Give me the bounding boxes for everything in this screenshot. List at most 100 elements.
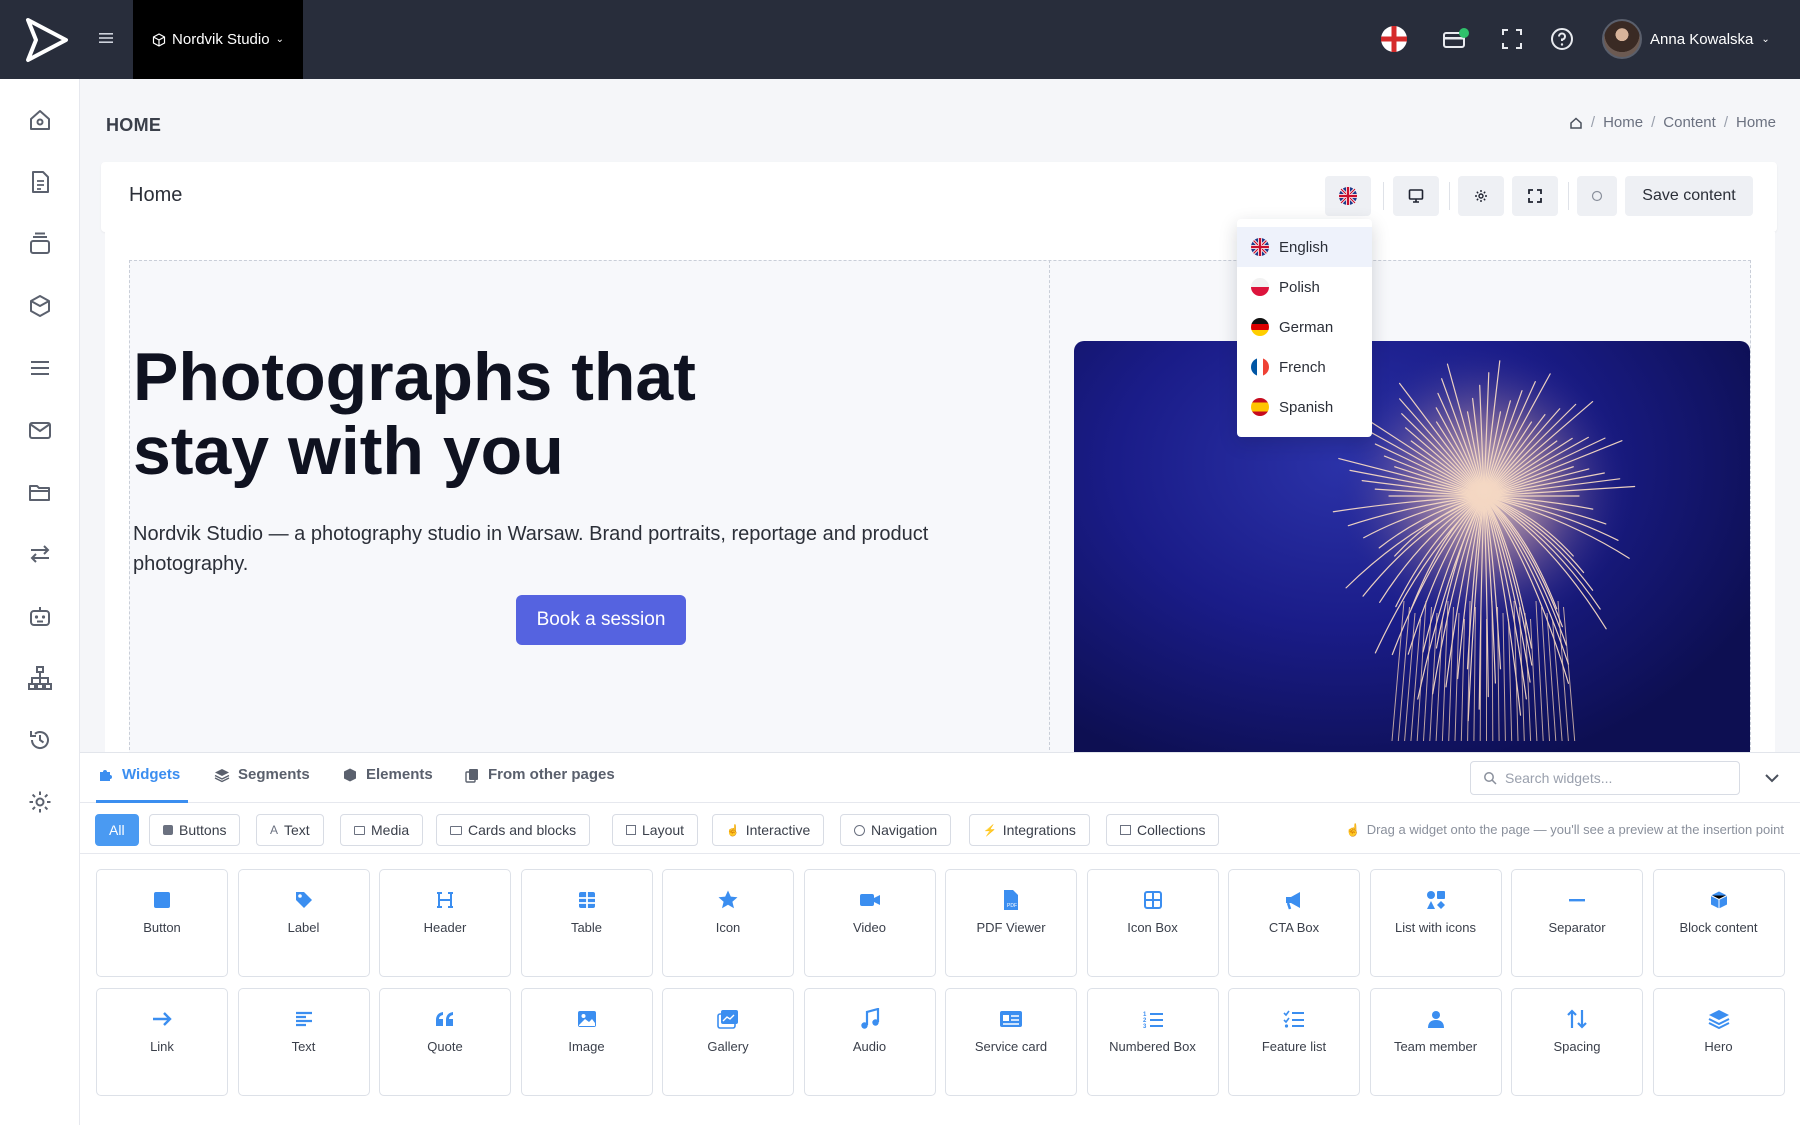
- desktop-preview-button[interactable]: [1393, 176, 1439, 216]
- widget-tile-icon-box[interactable]: Icon Box: [1086, 869, 1219, 977]
- language-option-polish[interactable]: Polish: [1237, 267, 1372, 307]
- filter-interactive[interactable]: ☝ Interactive: [712, 814, 825, 846]
- widget-tile-text[interactable]: Text: [237, 988, 370, 1096]
- widget-label: Icon: [715, 920, 741, 935]
- filter-all[interactable]: All: [95, 814, 139, 846]
- robot-icon[interactable]: [27, 603, 53, 629]
- sitemap-icon[interactable]: [27, 665, 53, 691]
- transfer-icon[interactable]: [27, 541, 53, 567]
- widget-tile-audio[interactable]: Audio: [803, 988, 936, 1096]
- widget-tile-table[interactable]: Table: [520, 869, 653, 977]
- language-label: Spanish: [1279, 398, 1334, 416]
- widget-tile-quote[interactable]: Quote: [379, 988, 511, 1096]
- status-button[interactable]: [1577, 176, 1617, 216]
- top-bar: Nordvik Studio ⌄ Anna Kowalska ⌄: [0, 0, 1800, 79]
- user-menu[interactable]: Anna Kowalska ⌄: [1602, 19, 1770, 59]
- breadcrumb-item-current: Home: [1735, 114, 1776, 131]
- filter-text[interactable]: A Text: [256, 814, 324, 846]
- widget-tile-button[interactable]: Button: [96, 869, 228, 977]
- language-label: German: [1279, 318, 1334, 336]
- widget-tile-cta-box[interactable]: CTA Box: [1228, 869, 1360, 977]
- widget-tile-gallery[interactable]: Gallery: [662, 988, 794, 1096]
- widget-tile-service-card[interactable]: Service card: [945, 988, 1077, 1096]
- language-flag-button[interactable]: [1378, 23, 1410, 55]
- hero-description[interactable]: Nordvik Studio — a photography studio in…: [133, 519, 1013, 579]
- filter-layout[interactable]: Layout: [612, 814, 699, 846]
- widget-tile-pdf-viewer[interactable]: PDF PDF Viewer: [945, 869, 1077, 977]
- book-session-button[interactable]: Book a session: [516, 595, 686, 645]
- cube-icon: [1707, 888, 1731, 912]
- widget-tile-separator[interactable]: Separator: [1511, 869, 1643, 977]
- mail-icon[interactable]: [27, 417, 53, 443]
- widget-tile-team-member[interactable]: Team member: [1369, 988, 1502, 1096]
- folder-icon[interactable]: [27, 479, 53, 505]
- history-icon[interactable]: [27, 727, 53, 753]
- tab-elements[interactable]: Elements: [342, 766, 433, 783]
- filter-collections[interactable]: Collections: [1106, 814, 1220, 846]
- language-option-german[interactable]: German: [1237, 307, 1372, 347]
- filter-buttons[interactable]: Buttons: [149, 814, 241, 846]
- save-content-button[interactable]: Save content: [1625, 176, 1753, 216]
- search-widgets-field[interactable]: [1470, 761, 1740, 795]
- language-option-english[interactable]: English: [1237, 227, 1372, 267]
- widget-tile-label[interactable]: Label: [237, 869, 370, 977]
- filter-cards-and-blocks[interactable]: Cards and blocks: [436, 814, 591, 846]
- language-button[interactable]: [1325, 176, 1371, 216]
- document-icon[interactable]: [27, 169, 53, 195]
- widget-tile-hero[interactable]: Hero: [1652, 988, 1785, 1096]
- hero-image[interactable]: [1074, 341, 1750, 753]
- tab-segments[interactable]: Segments: [214, 766, 310, 783]
- france-flag-icon: [1251, 358, 1269, 376]
- widget-tile-spacing[interactable]: Spacing: [1511, 988, 1643, 1096]
- widget-tile-video[interactable]: Video: [803, 869, 936, 977]
- widget-tile-icon[interactable]: Icon: [662, 869, 794, 977]
- filter-integrations[interactable]: ⚡ Integrations: [969, 814, 1090, 846]
- widget-tile-list-with-icons[interactable]: List with icons: [1369, 869, 1502, 977]
- tab-from-other-pages[interactable]: From other pages: [464, 766, 615, 783]
- help-button[interactable]: [1546, 23, 1578, 55]
- breadcrumb-item[interactable]: Home: [1603, 114, 1643, 131]
- page-title: HOME: [106, 115, 162, 135]
- quote-icon: [433, 1007, 457, 1031]
- layers-icon: [214, 768, 230, 782]
- search-input[interactable]: [1505, 770, 1725, 786]
- cube-outline-icon[interactable]: [27, 293, 53, 319]
- chevron-down-icon[interactable]: [1762, 768, 1782, 788]
- widget-label: Audio: [852, 1039, 887, 1054]
- widget-label: CTA Box: [1268, 920, 1320, 935]
- fullscreen-button[interactable]: [1512, 176, 1558, 216]
- fullscreen-button[interactable]: [1496, 23, 1528, 55]
- language-label: French: [1279, 358, 1326, 376]
- column-divider: [1049, 260, 1050, 760]
- language-option-french[interactable]: French: [1237, 347, 1372, 387]
- app-logo-icon[interactable]: [22, 16, 72, 64]
- settings-button[interactable]: [1458, 176, 1504, 216]
- gear-icon[interactable]: [27, 789, 53, 815]
- table-icon: [575, 888, 599, 912]
- tag-icon: [292, 888, 316, 912]
- widget-tile-numbered-box[interactable]: 1 2 3 Numbered Box: [1086, 988, 1219, 1096]
- widget-filters: All Buttons A Text Media Cards and blocks…: [80, 804, 1800, 854]
- widget-tile-image[interactable]: Image: [520, 988, 653, 1096]
- list-icon[interactable]: [27, 355, 53, 381]
- widget-tile-header[interactable]: Header: [379, 869, 511, 977]
- widget-tile-feature-list[interactable]: Feature list: [1228, 988, 1360, 1096]
- tab-widgets[interactable]: Widgets: [98, 766, 180, 783]
- uk-flag-icon: [1251, 238, 1269, 256]
- cube-icon: [344, 768, 356, 781]
- hero-title[interactable]: Photographs that stay with you: [133, 340, 833, 488]
- credit-card-icon: [1443, 28, 1469, 48]
- widget-tile-link[interactable]: Link: [96, 988, 228, 1096]
- stack-icon[interactable]: [27, 231, 53, 257]
- breadcrumb-item[interactable]: Content: [1663, 114, 1716, 131]
- billing-button[interactable]: [1440, 23, 1472, 55]
- language-option-spanish[interactable]: Spanish: [1237, 387, 1372, 427]
- home-icon[interactable]: [27, 107, 53, 133]
- filter-media[interactable]: Media: [340, 814, 424, 846]
- widget-tile-block-content[interactable]: Block content: [1652, 869, 1785, 977]
- home-icon[interactable]: [1569, 116, 1583, 130]
- filter-navigation[interactable]: Navigation: [840, 814, 952, 846]
- poland-flag-icon: [1251, 278, 1269, 296]
- studio-selector[interactable]: Nordvik Studio ⌄: [133, 0, 303, 79]
- hamburger-menu-icon[interactable]: [96, 28, 116, 48]
